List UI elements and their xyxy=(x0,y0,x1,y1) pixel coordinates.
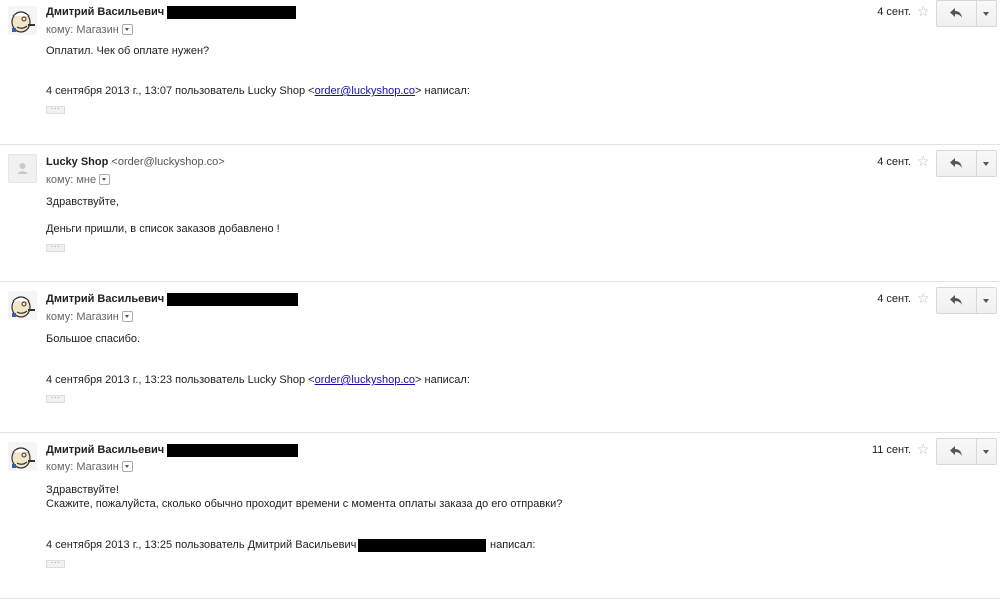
show-trimmed-content-icon[interactable]: ··· xyxy=(46,394,65,403)
more-actions-button[interactable] xyxy=(977,288,996,313)
reply-arrow-icon xyxy=(950,158,962,168)
reply-button-group xyxy=(936,150,997,177)
quote-header-prefix: 4 сентября 2013 г., 13:07 пользователь L… xyxy=(46,85,315,97)
reply-arrow-icon xyxy=(950,446,962,456)
recipients-label: кому: Магазин xyxy=(46,24,119,36)
sender-email: <order@luckyshop.co> xyxy=(111,156,225,168)
message-divider xyxy=(0,598,1000,599)
quote-header-suffix: > написал: xyxy=(415,85,470,97)
show-details-dropdown-icon[interactable] xyxy=(121,311,133,322)
message-body-line: Деньги пришли, в список заказов добавлен… xyxy=(46,223,280,235)
sender-avatar[interactable] xyxy=(8,6,37,35)
quote-header: 4 сентября 2013 г., 13:23 пользователь L… xyxy=(46,374,470,386)
message-body-line: Здравствуйте! xyxy=(46,484,119,496)
reply-button[interactable] xyxy=(937,288,977,313)
message-card: Дмитрий Васильевич кому: Магазин Здравст… xyxy=(0,433,1000,598)
message-card: Дмитрий Васильевич кому: Магазин Оплатил… xyxy=(0,0,1000,144)
recipients-label: кому: Магазин xyxy=(46,461,119,473)
more-actions-button[interactable] xyxy=(977,439,996,464)
sender-name[interactable]: Дмитрий Васильевич xyxy=(46,293,164,305)
message-body-line: Скажите, пожалуйста, сколько обычно прох… xyxy=(46,498,563,510)
message-card: Дмитрий Васильевич кому: Магазин Большое… xyxy=(0,282,1000,432)
default-person-avatar[interactable] xyxy=(8,154,37,183)
message-body-line: Большое спасибо. xyxy=(46,333,141,345)
message-date[interactable]: 4 сент. xyxy=(877,293,911,305)
quote-header-prefix: 4 сентября 2013 г., 13:23 пользователь L… xyxy=(46,374,315,386)
show-details-dropdown-icon[interactable] xyxy=(121,24,133,35)
sender-display-name: Lucky Shop xyxy=(46,156,109,168)
message-body-line: Оплатил. Чек об оплате нужен? xyxy=(46,45,210,57)
quote-header-suffix: написал: xyxy=(490,539,536,551)
message-body-line: Здравствуйте, xyxy=(46,196,119,208)
sender-name[interactable]: Дмитрий Васильевич xyxy=(46,444,164,456)
sender-avatar[interactable] xyxy=(8,291,37,320)
reply-arrow-icon xyxy=(950,295,962,305)
sender-name[interactable]: Lucky Shop <order@luckyshop.co> xyxy=(46,156,225,168)
reply-button[interactable] xyxy=(937,439,977,464)
message-date[interactable]: 11 сент. xyxy=(872,444,911,456)
show-trimmed-content-icon[interactable]: ··· xyxy=(46,243,65,252)
reply-button-group xyxy=(936,287,997,314)
recipients-label: кому: мне xyxy=(46,174,97,186)
recipients-line: кому: Магазин xyxy=(46,24,133,36)
sender-name[interactable]: Дмитрий Васильевич xyxy=(46,6,164,18)
quote-header-prefix: 4 сентября 2013 г., 13:25 пользователь Д… xyxy=(46,539,357,551)
quote-header: 4 сентября 2013 г., 13:07 пользователь L… xyxy=(46,85,470,97)
redacted-email xyxy=(167,444,298,457)
quote-header-suffix: > написал: xyxy=(415,374,470,386)
reply-arrow-icon xyxy=(950,8,962,18)
reply-button-group xyxy=(936,0,997,27)
more-actions-button[interactable] xyxy=(977,1,996,26)
reply-button[interactable] xyxy=(937,151,977,176)
recipients-line: кому: Магазин xyxy=(46,311,133,323)
star-outline-icon[interactable]: ☆ xyxy=(917,154,930,168)
show-details-dropdown-icon[interactable] xyxy=(121,461,133,472)
star-outline-icon[interactable]: ☆ xyxy=(917,4,930,18)
redacted-email xyxy=(167,6,296,19)
quote-email-link[interactable]: order@luckyshop.co xyxy=(315,85,415,97)
recipients-line: кому: Магазин xyxy=(46,461,133,473)
recipients-line: кому: мне xyxy=(46,174,111,186)
show-trimmed-content-icon[interactable]: ··· xyxy=(46,559,65,568)
redacted-email xyxy=(167,293,298,306)
reply-button-group xyxy=(936,438,997,465)
show-details-dropdown-icon[interactable] xyxy=(99,174,111,185)
sender-avatar[interactable] xyxy=(8,442,37,471)
show-trimmed-content-icon[interactable]: ··· xyxy=(46,105,65,114)
message-date[interactable]: 4 сент. xyxy=(877,6,911,18)
reply-button[interactable] xyxy=(937,1,977,26)
message-card: Lucky Shop <order@luckyshop.co> кому: мн… xyxy=(0,145,1000,281)
message-date[interactable]: 4 сент. xyxy=(877,156,911,168)
redacted-email xyxy=(358,539,486,552)
star-outline-icon[interactable]: ☆ xyxy=(917,442,930,456)
recipients-label: кому: Магазин xyxy=(46,311,119,323)
quote-email-link[interactable]: order@luckyshop.co xyxy=(315,374,415,386)
star-outline-icon[interactable]: ☆ xyxy=(917,291,930,305)
quote-header: 4 сентября 2013 г., 13:25 пользователь Д… xyxy=(46,539,356,551)
more-actions-button[interactable] xyxy=(977,151,996,176)
